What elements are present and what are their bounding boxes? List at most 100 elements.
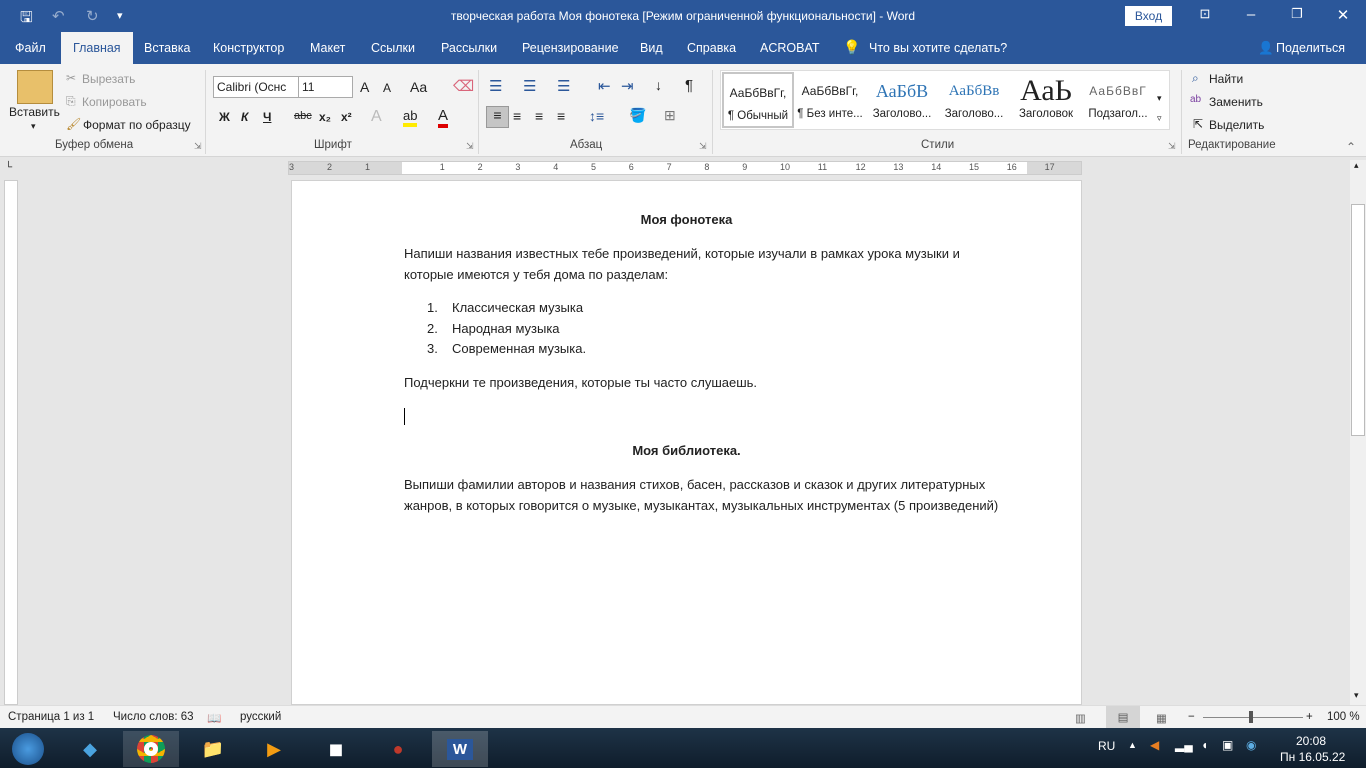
text-effects-icon[interactable]: A — [371, 108, 382, 126]
keyboard-language[interactable]: RU — [1098, 739, 1115, 753]
paragraph-launcher-icon[interactable]: ⇲ — [699, 141, 707, 152]
subscript-button[interactable]: x₂ — [319, 110, 331, 124]
zoom-slider-thumb[interactable] — [1249, 711, 1253, 723]
device-icon[interactable]: ▣ — [1222, 738, 1233, 752]
style-title[interactable]: АаЬ Заголовок — [1010, 72, 1082, 128]
vertical-ruler[interactable] — [4, 180, 18, 705]
ribbon-display-icon[interactable]: ⊡ — [1190, 6, 1220, 22]
word-count[interactable]: Число слов: 63 — [113, 711, 194, 723]
taskbar-app-icon[interactable]: ◆ — [62, 731, 118, 767]
media-player-icon[interactable]: ▶ — [246, 731, 302, 767]
roblox-icon[interactable]: ◼ — [308, 731, 364, 767]
proofing-icon[interactable]: 📖 — [207, 711, 221, 725]
font-size-select[interactable]: 11 — [298, 76, 353, 98]
style-subtitle[interactable]: АаБбВвГ Подзагол... — [1082, 72, 1154, 128]
line-spacing-icon[interactable]: ↕≡ — [589, 108, 604, 124]
bold-button[interactable]: Ж — [219, 110, 230, 124]
style-no-spacing[interactable]: АаБбВвГг, ¶ Без инте... — [794, 72, 866, 128]
tab-acrobat[interactable]: ACROBAT — [760, 41, 820, 55]
close-button[interactable]: ✕ — [1328, 6, 1358, 24]
select-button[interactable]: Выделить — [1209, 118, 1264, 132]
scroll-down-icon[interactable]: ▾ — [1354, 690, 1359, 701]
speaker-icon[interactable]: ◖ — [1201, 738, 1208, 752]
show-marks-icon[interactable]: ¶ — [685, 77, 693, 94]
replace-icon[interactable]: ab — [1190, 94, 1201, 105]
chrome-icon[interactable] — [123, 731, 179, 767]
volume-muted-icon[interactable]: ◀ — [1150, 738, 1159, 752]
tab-references[interactable]: Ссылки — [371, 41, 415, 55]
decrease-indent-icon[interactable]: ⇤ — [598, 77, 611, 95]
show-hidden-icons[interactable]: ▲ — [1128, 740, 1137, 750]
styles-launcher-icon[interactable]: ⇲ — [1168, 141, 1176, 152]
shading-icon[interactable]: 🪣 — [629, 107, 646, 124]
clock-date[interactable]: Пн 16.05.22 — [1280, 750, 1345, 764]
zoom-level[interactable]: 100 % — [1327, 711, 1360, 723]
format-painter-icon[interactable]: 🖌 — [66, 117, 81, 131]
tab-design[interactable]: Конструктор — [213, 41, 284, 55]
login-button[interactable]: Вход — [1125, 6, 1172, 26]
tab-review[interactable]: Рецензирование — [522, 41, 619, 55]
superscript-button[interactable]: x² — [341, 110, 352, 124]
web-layout-icon[interactable]: ▦ — [1156, 711, 1167, 725]
underline-button[interactable]: Ч — [263, 110, 271, 124]
change-case-button[interactable]: Aa — [410, 79, 427, 95]
tab-file[interactable]: Файл — [15, 41, 46, 55]
paste-icon[interactable] — [17, 70, 53, 104]
share-button[interactable]: Поделиться — [1276, 41, 1345, 55]
cut-icon[interactable]: ✂ — [66, 71, 76, 85]
scrollbar-thumb[interactable] — [1351, 204, 1365, 436]
replace-button[interactable]: Заменить — [1209, 95, 1263, 109]
paste-button[interactable]: Вставить — [9, 105, 60, 119]
justify-button[interactable]: ≡ — [557, 108, 565, 124]
italic-button[interactable]: К — [241, 110, 248, 124]
align-center-button[interactable]: ≡ — [513, 108, 521, 124]
paste-dropdown-icon[interactable]: ▾ — [31, 121, 36, 132]
cut-button[interactable]: Вырезать — [82, 72, 135, 86]
share-icon[interactable]: 👤 — [1258, 41, 1274, 56]
document-page[interactable]: Моя фонотека Напиши названия известных т… — [291, 180, 1082, 705]
minimize-button[interactable]: – — [1236, 6, 1266, 23]
zoom-out-button[interactable]: − — [1188, 711, 1195, 723]
horizontal-ruler[interactable]: 3 2 1 1 2 3 4 5 6 7 8 9 10 11 12 13 14 15 16 17 — [288, 161, 1082, 175]
clear-formatting-icon[interactable]: ⌫ — [453, 77, 474, 95]
read-mode-icon[interactable]: ▥ — [1075, 711, 1086, 725]
borders-icon[interactable]: ⊞ — [664, 107, 676, 124]
style-heading2[interactable]: АаБбВв Заголово... — [938, 72, 1010, 128]
file-explorer-icon[interactable]: 📁 — [185, 731, 241, 767]
word-icon[interactable]: W — [432, 731, 488, 767]
style-normal[interactable]: АаБбВвГг, ¶ Обычный — [722, 72, 794, 128]
style-heading1[interactable]: АаБбВ Заголово... — [866, 72, 938, 128]
copy-icon[interactable]: ⎘ — [66, 94, 76, 109]
network-icon[interactable]: ▂▄ — [1175, 738, 1193, 752]
taskbar-app-icon[interactable]: ● — [370, 731, 426, 767]
multilevel-list-icon[interactable]: ☰ — [557, 77, 570, 95]
zoom-in-button[interactable]: + — [1306, 711, 1313, 723]
increase-indent-icon[interactable]: ⇥ — [621, 77, 634, 95]
zoom-slider[interactable] — [1203, 717, 1303, 718]
language[interactable]: русский — [240, 711, 281, 723]
shrink-font-button[interactable]: A — [383, 81, 391, 95]
strikethrough-button[interactable]: abc — [294, 110, 312, 122]
tab-view[interactable]: Вид — [640, 41, 663, 55]
collapse-ribbon-icon[interactable]: ⌃ — [1346, 140, 1356, 154]
sort-icon[interactable]: ↓ — [655, 77, 662, 93]
styles-more-icon[interactable]: ▿ — [1157, 113, 1162, 124]
start-button[interactable] — [0, 731, 56, 767]
tab-selector-icon[interactable]: └ — [5, 162, 12, 173]
tab-layout[interactable]: Макет — [310, 41, 345, 55]
page-count[interactable]: Страница 1 из 1 — [8, 711, 94, 723]
align-left-button[interactable]: ≡ — [486, 106, 509, 128]
tab-home[interactable]: Главная — [61, 32, 133, 64]
restore-button[interactable]: ❐ — [1282, 6, 1312, 22]
font-color-icon[interactable]: A — [438, 107, 449, 128]
format-painter-button[interactable]: Формат по образцу — [83, 118, 191, 132]
grow-font-button[interactable]: A — [360, 79, 369, 95]
scroll-up-icon[interactable]: ▴ — [1354, 160, 1359, 171]
select-icon[interactable]: ⇱ — [1193, 117, 1203, 131]
bullets-icon[interactable]: ☰ — [489, 77, 502, 95]
clipboard-launcher-icon[interactable]: ⇲ — [194, 141, 202, 152]
tab-insert[interactable]: Вставка — [144, 41, 190, 55]
font-launcher-icon[interactable]: ⇲ — [466, 141, 474, 152]
clock-time[interactable]: 20:08 — [1296, 734, 1326, 748]
tab-help[interactable]: Справка — [687, 41, 736, 55]
